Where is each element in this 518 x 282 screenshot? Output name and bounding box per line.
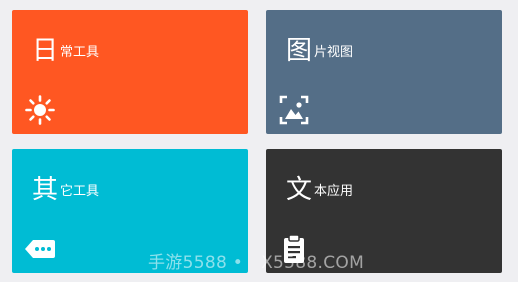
tile-title-initial: 其 xyxy=(32,175,59,205)
tile-title-initial: 图 xyxy=(286,36,313,66)
clipboard-icon xyxy=(278,233,310,265)
tile-title: 图 片视图 xyxy=(286,32,353,66)
tile-title: 日 常工具 xyxy=(32,32,99,66)
tile-text-apps[interactable]: 文 本应用 xyxy=(266,149,502,273)
tile-daily-tools[interactable]: 日 常工具 xyxy=(12,10,248,134)
tile-title-text: 片视图 xyxy=(314,45,354,60)
sun-icon xyxy=(24,94,56,126)
tile-title-text: 它工具 xyxy=(60,184,100,199)
tile-title-text: 本应用 xyxy=(314,184,354,199)
tile-title: 文 本应用 xyxy=(286,171,353,205)
tile-title: 其 它工具 xyxy=(32,171,99,205)
tile-other-tools[interactable]: 其 它工具 xyxy=(12,149,248,273)
tile-title-initial: 文 xyxy=(286,175,313,205)
tile-title-initial: 日 xyxy=(32,36,59,66)
tile-image-view[interactable]: 图 片视图 xyxy=(266,10,502,134)
tile-title-text: 常工具 xyxy=(60,45,100,60)
image-icon xyxy=(278,94,310,126)
tag-icon xyxy=(24,233,56,265)
